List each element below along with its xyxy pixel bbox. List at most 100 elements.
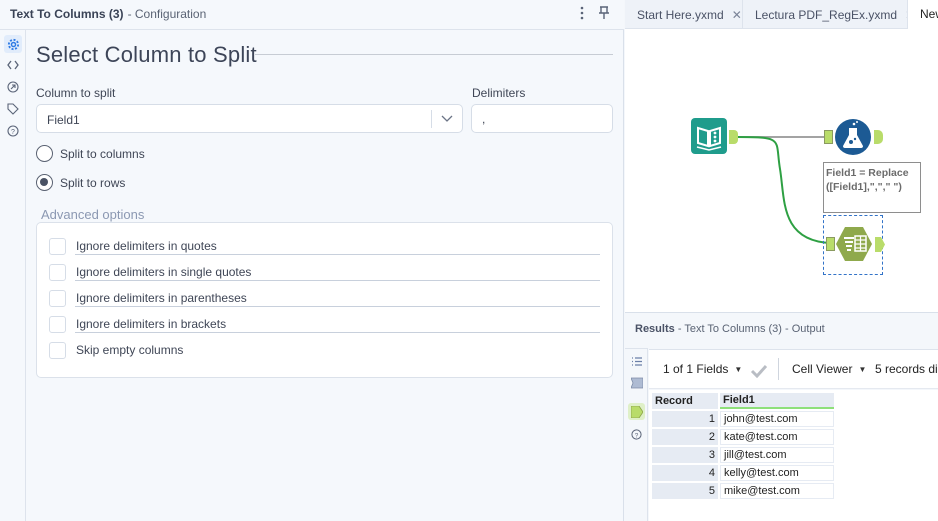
checkbox[interactable] xyxy=(49,263,66,281)
split-to-rows-label: Split to rows xyxy=(60,175,126,190)
split-to-rows-radio[interactable]: Split to rows xyxy=(36,174,125,191)
field1-cell[interactable]: jill@test.com xyxy=(720,447,834,463)
delimiters-input[interactable] xyxy=(471,104,613,133)
checkbox[interactable] xyxy=(49,237,66,255)
configuration-side-toolbar: ? xyxy=(0,30,26,521)
checkbox[interactable] xyxy=(49,315,66,333)
checkmark-icon[interactable] xyxy=(750,364,768,378)
formula-annotation: Field1 = Replace ([Field1],","," ") xyxy=(823,162,921,213)
caret-down-icon: ▼ xyxy=(858,365,867,375)
configuration-title: Text To Columns (3) - Configuration xyxy=(10,7,206,21)
split-to-columns-radio[interactable]: Split to columns xyxy=(36,145,145,162)
close-icon[interactable]: ✕ xyxy=(732,8,742,22)
results-panel: Results - Text To Columns (3) - Output ? xyxy=(625,312,938,521)
record-number: 1 xyxy=(652,411,718,427)
cell-viewer-selector[interactable]: Cell Viewer ▼ xyxy=(792,362,866,376)
option-underline xyxy=(75,306,600,307)
table-header-row: Record Field1 xyxy=(652,393,834,409)
records-count: 5 records displayed xyxy=(875,362,938,376)
results-table: Record Field1 1 john@test.com 2 kate@tes… xyxy=(650,391,836,501)
column-to-split-value: Field1 xyxy=(47,113,80,127)
record-number: 4 xyxy=(652,465,718,481)
option-underline xyxy=(75,280,600,281)
text-to-columns-tool[interactable] xyxy=(835,225,873,263)
ignore-brackets-label: Ignore delimiters in brackets xyxy=(76,317,227,331)
chevron-down-icon[interactable] xyxy=(440,112,454,126)
section-divider xyxy=(255,54,613,55)
field1-cell[interactable]: kelly@test.com xyxy=(720,465,834,481)
configuration-header: Text To Columns (3) - Configuration xyxy=(0,0,624,30)
document-tabs: Start Here.yxmd ✕ Lectura PDF_RegEx.yxmd✕… xyxy=(625,0,938,29)
tab-label: New xyxy=(920,7,938,21)
output-anchor-icon[interactable] xyxy=(628,403,645,420)
checkbox[interactable] xyxy=(49,289,66,307)
input-data-tool[interactable] xyxy=(691,118,727,154)
workflow-canvas[interactable]: Field1 = Replace ([Field1],","," ") xyxy=(625,29,938,312)
input-data-tool-icon xyxy=(691,118,727,154)
field1-cell[interactable]: john@test.com xyxy=(720,411,834,427)
caret-down-icon: ▼ xyxy=(734,365,743,375)
section-title: Select Column to Split xyxy=(36,42,257,67)
gear-icon[interactable] xyxy=(4,35,22,53)
tab-lectura-pdf-regex[interactable]: Lectura PDF_RegEx.yxmd✕ xyxy=(743,0,908,29)
help-icon[interactable]: ? xyxy=(4,122,22,140)
field1-cell[interactable]: mike@test.com xyxy=(720,483,834,499)
table-row: 1 john@test.com xyxy=(652,411,834,427)
output-anchor[interactable] xyxy=(729,130,738,144)
dropdown-separator xyxy=(431,110,432,128)
skip-empty-columns-label: Skip empty columns xyxy=(76,343,184,357)
configuration-content: Select Column to Split Column to split D… xyxy=(26,30,624,521)
column-to-split-dropdown[interactable]: Field1 xyxy=(36,104,463,133)
annotation-line: Field1 = Replace xyxy=(826,167,909,179)
output-anchor[interactable] xyxy=(874,130,883,144)
input-anchor-icon[interactable] xyxy=(628,374,645,391)
toolbar-divider xyxy=(778,358,779,380)
field1-cell[interactable]: kate@test.com xyxy=(720,429,834,445)
table-row: 4 kelly@test.com xyxy=(652,465,834,481)
skip-empty-columns-option[interactable]: Skip empty columns xyxy=(49,340,183,360)
option-underline xyxy=(75,332,600,333)
app-window: Text To Columns (3) - Configuration ? Se… xyxy=(0,0,938,521)
checkbox[interactable] xyxy=(49,341,66,359)
external-link-icon[interactable] xyxy=(4,78,22,96)
ignore-parentheses-option[interactable]: Ignore delimiters in parentheses xyxy=(49,288,247,308)
pin-icon[interactable] xyxy=(597,6,611,22)
ignore-brackets-option[interactable]: Ignore delimiters in brackets xyxy=(49,314,226,334)
list-icon[interactable] xyxy=(628,353,645,370)
ignore-single-quotes-label: Ignore delimiters in single quotes xyxy=(76,265,252,279)
tab-start-here[interactable]: Start Here.yxmd ✕ xyxy=(625,0,743,29)
kebab-menu-icon[interactable] xyxy=(575,6,589,22)
configuration-panel: Text To Columns (3) - Configuration ? Se… xyxy=(0,0,624,521)
option-underline xyxy=(75,254,600,255)
formula-tool[interactable] xyxy=(834,118,872,156)
ignore-single-quotes-option[interactable]: Ignore delimiters in single quotes xyxy=(49,262,251,282)
results-toolbar: 1 of 1 Fields ▼ Cell Viewer ▼ 5 records di… xyxy=(649,349,938,389)
results-subtitle: - Text To Columns (3) - Output xyxy=(677,323,825,335)
input-anchor[interactable] xyxy=(824,130,833,144)
radio-button-selected[interactable] xyxy=(36,174,53,191)
svg-text:?: ? xyxy=(635,432,639,439)
column-header-field1[interactable]: Field1 xyxy=(720,393,834,409)
tool-name: Text To Columns (3) xyxy=(10,7,124,21)
ignore-quotes-option[interactable]: Ignore delimiters in quotes xyxy=(49,236,217,256)
annotation-line: ([Field1],","," ") xyxy=(826,181,902,193)
record-number: 5 xyxy=(652,483,718,499)
code-icon[interactable] xyxy=(4,56,22,74)
fields-selector[interactable]: 1 of 1 Fields ▼ xyxy=(663,362,742,376)
results-grid-area: Record Field1 1 john@test.com 2 kate@tes… xyxy=(649,390,938,521)
table-row: 2 kate@test.com xyxy=(652,429,834,445)
fields-selector-label: 1 of 1 Fields xyxy=(663,362,729,376)
table-row: 5 mike@test.com xyxy=(652,483,834,499)
input-anchor[interactable] xyxy=(826,237,835,251)
configuration-subtitle: - Configuration xyxy=(127,7,207,21)
tag-icon[interactable] xyxy=(4,100,22,118)
split-to-columns-label: Split to columns xyxy=(60,146,145,161)
radio-button[interactable] xyxy=(36,145,53,162)
results-side-toolbar: ? xyxy=(625,348,648,521)
tab-new[interactable]: New xyxy=(908,0,938,29)
ignore-quotes-label: Ignore delimiters in quotes xyxy=(76,239,217,253)
column-header-record[interactable]: Record xyxy=(652,393,718,409)
results-header: Results - Text To Columns (3) - Output xyxy=(635,323,825,335)
help-icon[interactable]: ? xyxy=(628,426,645,443)
svg-text:?: ? xyxy=(11,129,15,136)
